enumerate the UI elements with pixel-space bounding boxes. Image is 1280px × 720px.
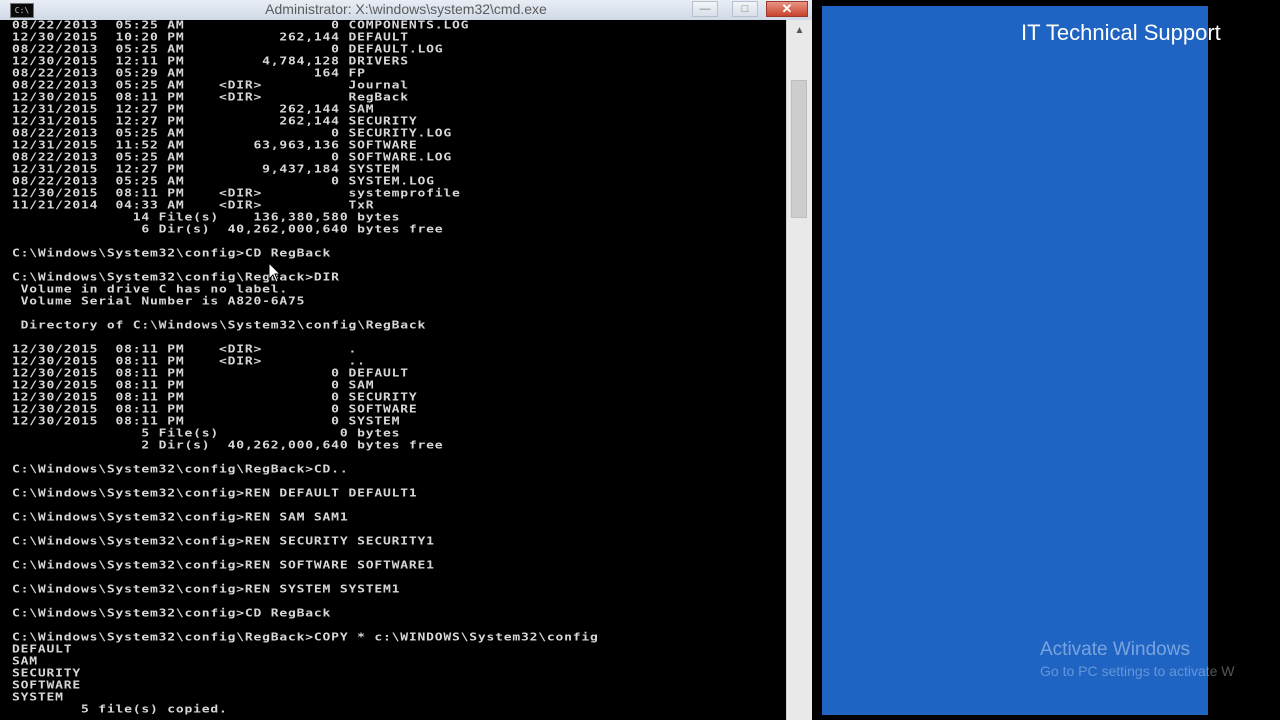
console-line: C:\Windows\System32\config\RegBack>CD.. bbox=[12, 463, 349, 476]
cmd-window[interactable]: C:\ Administrator: X:\windows\system32\c… bbox=[0, 0, 812, 720]
console-line: SOFTWARE bbox=[12, 679, 82, 692]
console-line: 11/21/2014 04:33 AM <DIR> TxR bbox=[12, 199, 375, 212]
close-button[interactable]: ✕ bbox=[766, 1, 808, 17]
console-line: 12/30/2015 08:11 PM 0 SOFTWARE bbox=[12, 403, 418, 416]
activation-watermark-title: Activate Windows bbox=[1040, 639, 1190, 660]
console-line: 12/30/2015 08:11 PM <DIR> systemprofile bbox=[12, 187, 461, 200]
console-line: 12/30/2015 12:11 PM 4,784,128 DRIVERS bbox=[12, 55, 409, 68]
console-line: C:\Windows\System32\config>REN SECURITY … bbox=[12, 535, 435, 548]
minimize-button[interactable]: — bbox=[692, 1, 718, 17]
console-line: 12/30/2015 08:11 PM 0 SECURITY bbox=[12, 391, 418, 404]
console-line: DEFAULT bbox=[12, 643, 73, 656]
console-line: SAM bbox=[12, 655, 38, 668]
console-line: 12/30/2015 08:11 PM <DIR> . bbox=[12, 343, 358, 356]
console-line: 12/31/2015 12:27 PM 9,437,184 SYSTEM bbox=[12, 163, 401, 176]
console-line: 5 File(s) 0 bytes bbox=[12, 427, 401, 440]
console-line: SYSTEM bbox=[12, 691, 64, 704]
console-line: C:\Windows\System32\config>REN SYSTEM SY… bbox=[12, 583, 401, 596]
console-line: 5 file(s) copied. bbox=[12, 703, 228, 716]
console-line: 08/22/2013 05:25 AM 0 SECURITY.LOG bbox=[12, 127, 452, 140]
console-line: 6 Dir(s) 40,262,000,640 bytes free bbox=[12, 223, 444, 236]
console-line: 14 File(s) 136,380,580 bytes bbox=[12, 211, 401, 224]
console-line: C:\Windows\System32\config>CD RegBack bbox=[12, 607, 332, 620]
console-line: SECURITY bbox=[12, 667, 82, 680]
console-line: 12/31/2015 11:52 AM 63,963,136 SOFTWARE bbox=[12, 139, 418, 152]
console-line: 12/31/2015 12:27 PM 262,144 SAM bbox=[12, 103, 375, 116]
console-line: Volume Serial Number is A820-6A75 bbox=[12, 295, 306, 308]
console-line: C:\Windows\System32\config\RegBack>DIR bbox=[12, 271, 340, 284]
console-line: 12/30/2015 08:11 PM <DIR> RegBack bbox=[12, 91, 409, 104]
console-line: 12/31/2015 12:27 PM 262,144 SECURITY bbox=[12, 115, 418, 128]
console-line: 12/30/2015 10:20 PM 262,144 DEFAULT bbox=[12, 31, 409, 44]
start-screen-panel bbox=[822, 6, 1208, 715]
console-line: 2 Dir(s) 40,262,000,640 bytes free bbox=[12, 439, 444, 452]
maximize-button[interactable]: □ bbox=[732, 1, 758, 17]
scroll-thumb[interactable] bbox=[791, 80, 807, 218]
window-title: Administrator: X:\windows\system32\cmd.e… bbox=[265, 1, 547, 17]
console-line: C:\Windows\System32\config>REN SAM SAM1 bbox=[12, 511, 349, 524]
console-line: C:\Windows\System32\config\RegBack>COPY … bbox=[12, 631, 599, 644]
console-line: 08/22/2013 05:25 AM 0 DEFAULT.LOG bbox=[12, 43, 444, 56]
console-line: C:\Windows\System32\config>CD RegBack bbox=[12, 247, 332, 260]
console-line: Volume in drive C has no label. bbox=[12, 283, 289, 296]
console-line: 12/30/2015 08:11 PM 0 DEFAULT bbox=[12, 367, 409, 380]
title-bar[interactable]: C:\ Administrator: X:\windows\system32\c… bbox=[0, 0, 812, 20]
console-line: 12/30/2015 08:11 PM <DIR> .. bbox=[12, 355, 366, 368]
console-line: 12/30/2015 08:11 PM 0 SAM bbox=[12, 379, 375, 392]
console-line: 08/22/2013 05:25 AM 0 COMPONENTS.LOG bbox=[12, 20, 470, 32]
activation-watermark-subtitle: Go to PC settings to activate W bbox=[1040, 663, 1235, 679]
scroll-up-icon[interactable]: ▲ bbox=[787, 20, 812, 42]
mouse-pointer-icon bbox=[268, 262, 282, 283]
console-line: C:\Windows\System32\config>REN DEFAULT D… bbox=[12, 487, 418, 500]
console-line: 08/22/2013 05:25 AM 0 SYSTEM.LOG bbox=[12, 175, 435, 188]
vertical-scrollbar[interactable]: ▲ bbox=[786, 20, 812, 720]
console-line: Directory of C:\Windows\System32\config\… bbox=[12, 319, 427, 332]
console-line: 08/22/2013 05:29 AM 164 FP bbox=[12, 67, 366, 80]
console-line: 08/22/2013 05:25 AM <DIR> Journal bbox=[12, 79, 409, 92]
console-line: 08/22/2013 05:25 AM 0 SOFTWARE.LOG bbox=[12, 151, 452, 164]
channel-brand-label: IT Technical Support bbox=[1021, 20, 1221, 45]
console-line: 12/30/2015 08:11 PM 0 SYSTEM bbox=[12, 415, 401, 428]
console-line: C:\Windows\System32\config>REN SOFTWARE … bbox=[12, 559, 435, 572]
console-output[interactable]: 08/22/2013 05:25 AM 0 COMPONENTS.LOG 12/3… bbox=[0, 20, 786, 720]
